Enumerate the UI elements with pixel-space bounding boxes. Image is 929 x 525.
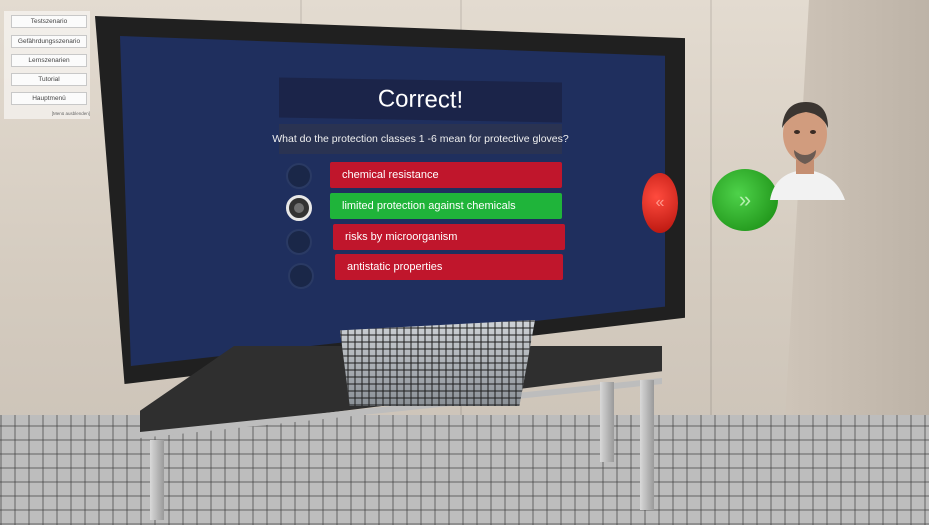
- side-menu: Testszenario Gefährdungsszenario Lernsze…: [4, 11, 90, 119]
- hide-menu-link[interactable]: [Menü ausblenden]: [30, 111, 90, 116]
- answer-radio-3[interactable]: [286, 229, 312, 255]
- menu-item-lernszenarien[interactable]: Lernszenarien: [11, 54, 87, 67]
- table-leg: [600, 382, 614, 462]
- table-leg: [640, 380, 654, 510]
- wire-basket[interactable]: [340, 320, 535, 406]
- forward-icon: »: [738, 187, 752, 212]
- answer-option-3[interactable]: risks by microorganism: [333, 224, 565, 250]
- menu-item-hauptmenue[interactable]: Hauptmenü: [11, 92, 87, 105]
- answer-option-2[interactable]: limited protection against chemicals: [330, 193, 562, 219]
- answer-radio-2[interactable]: [286, 195, 312, 221]
- menu-item-testszenario[interactable]: Testszenario: [11, 15, 87, 28]
- question-text: What do the protection classes 1 -6 mean…: [272, 124, 569, 154]
- table-leg: [150, 440, 164, 520]
- menu-item-gefaehrdungsszenario[interactable]: Gefährdungsszenario: [11, 35, 87, 48]
- grated-floor: [0, 415, 929, 525]
- trainer-avatar: [770, 102, 845, 200]
- rewind-icon: «: [655, 194, 665, 211]
- answer-radio-4[interactable]: [288, 263, 314, 289]
- answer-radio-1[interactable]: [286, 163, 312, 189]
- answer-option-1[interactable]: chemical resistance: [330, 162, 562, 188]
- vr-room: Correct! What do the protection classes …: [0, 0, 929, 525]
- answer-option-4[interactable]: antistatic properties: [335, 254, 563, 280]
- back-button[interactable]: «: [642, 173, 678, 233]
- result-title: Correct!: [279, 77, 562, 123]
- menu-item-tutorial[interactable]: Tutorial: [11, 73, 87, 86]
